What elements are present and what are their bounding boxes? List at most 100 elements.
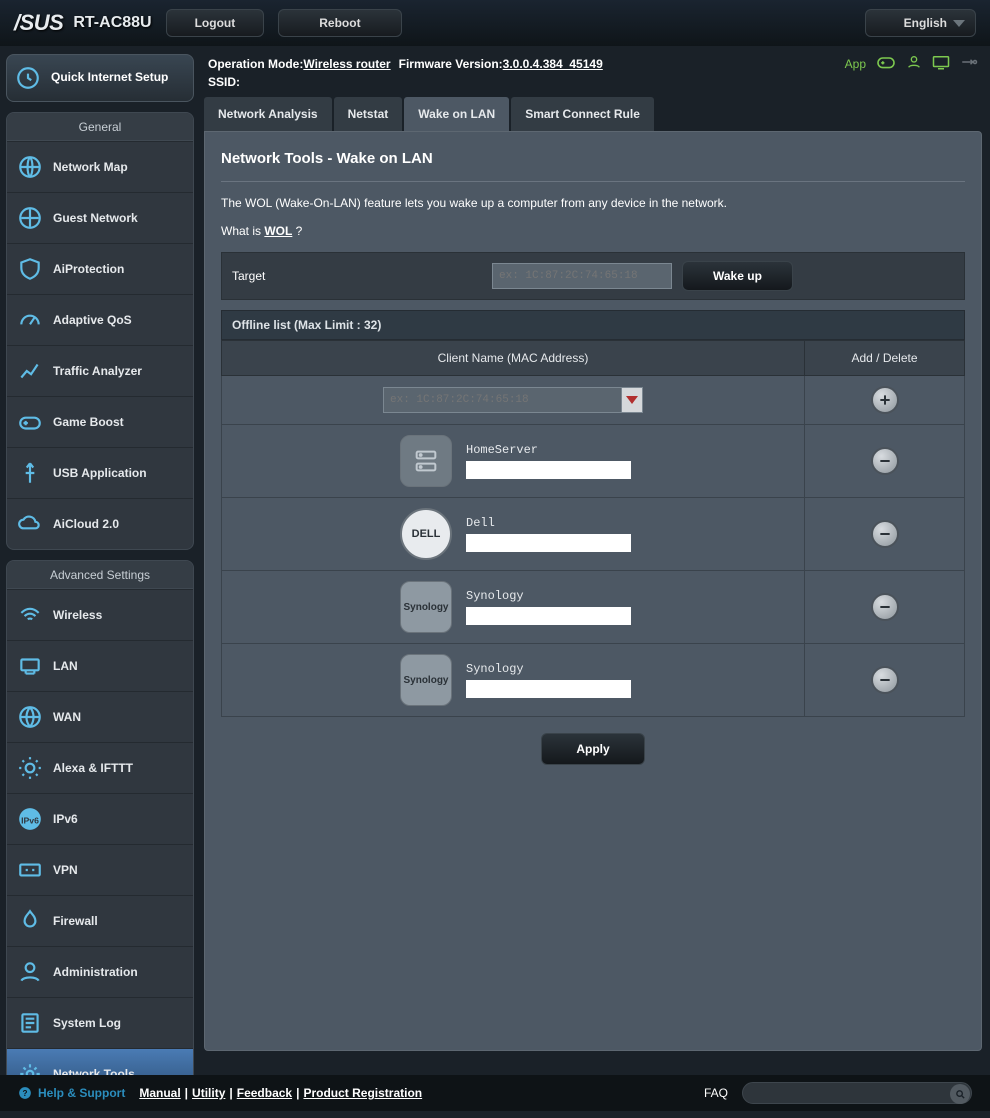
nav-label: Traffic Analyzer <box>53 364 142 378</box>
client-mac-redacted <box>466 607 631 625</box>
add-button[interactable] <box>871 386 899 414</box>
wan-icon <box>17 704 43 730</box>
main-content: Operation Mode: Wireless router Firmware… <box>200 46 990 1118</box>
screen-icon[interactable] <box>932 54 950 73</box>
client-mac-redacted <box>466 534 631 552</box>
log-icon <box>17 1010 43 1036</box>
cloud-icon <box>17 511 43 537</box>
manual-link[interactable]: Manual <box>139 1086 180 1100</box>
gamepad-icon[interactable] <box>876 54 896 73</box>
nav-label: Alexa & IFTTT <box>53 761 133 775</box>
sidebar-general: General Network Map Guest Network AiProt… <box>6 112 194 550</box>
sidebar-item-firewall[interactable]: Firewall <box>7 895 193 946</box>
nav-label: System Log <box>53 1016 121 1030</box>
client-mac-input[interactable] <box>383 387 643 413</box>
sidebar-item-vpn[interactable]: VPN <box>7 844 193 895</box>
opmode-link[interactable]: Wireless router <box>303 57 390 71</box>
apply-button[interactable]: Apply <box>541 733 644 765</box>
sidebar-item-wireless[interactable]: Wireless <box>7 589 193 640</box>
fw-link[interactable]: 3.0.0.4.384_45149 <box>503 57 603 71</box>
content-panel: Network Tools - Wake on LAN The WOL (Wak… <box>204 131 982 1051</box>
col-client-header: Client Name (MAC Address) <box>222 341 805 376</box>
gamepad-icon <box>17 409 43 435</box>
sidebar-item-system-log[interactable]: System Log <box>7 997 193 1048</box>
utility-link[interactable]: Utility <box>192 1086 225 1100</box>
sidebar-item-wan[interactable]: WAN <box>7 691 193 742</box>
model-label: RT-AC88U <box>73 14 151 32</box>
svg-text:?: ? <box>23 1089 28 1098</box>
delete-button[interactable] <box>871 520 899 548</box>
fw-label: Firmware Version: <box>399 57 503 71</box>
sidebar-item-traffic-analyzer[interactable]: Traffic Analyzer <box>7 345 193 396</box>
nav-label: Guest Network <box>53 211 138 225</box>
sidebar-item-aicloud[interactable]: AiCloud 2.0 <box>7 498 193 549</box>
delete-button[interactable] <box>871 593 899 621</box>
nav-label: LAN <box>53 659 78 673</box>
wifi-icon <box>17 602 43 628</box>
tab-network-analysis[interactable]: Network Analysis <box>204 97 332 131</box>
wol-link[interactable]: WOL <box>264 224 292 238</box>
nav-label: Firewall <box>53 914 98 928</box>
server-icon <box>400 435 452 487</box>
target-input[interactable] <box>492 263 672 289</box>
dell-icon: DELL <box>400 508 452 560</box>
language-select[interactable]: English <box>865 9 976 37</box>
sidebar-item-alexa-ifttt[interactable]: Alexa & IFTTT <box>7 742 193 793</box>
page-description: The WOL (Wake-On-LAN) feature lets you w… <box>221 196 965 210</box>
sidebar: Quick Internet Setup General Network Map… <box>0 46 200 1118</box>
table-row: HomeServer <box>222 425 965 498</box>
reboot-button[interactable]: Reboot <box>278 9 401 37</box>
sidebar-item-administration[interactable]: Administration <box>7 946 193 997</box>
sidebar-advanced-title: Advanced Settings <box>7 561 193 589</box>
sidebar-item-ipv6[interactable]: IPv6 IPv6 <box>7 793 193 844</box>
what-is-wol: What is WOL ? <box>221 224 965 238</box>
svg-text:IPv6: IPv6 <box>21 815 39 825</box>
usb-status-icon[interactable] <box>960 55 978 72</box>
usb-icon <box>17 460 43 486</box>
nav-label: Administration <box>53 965 138 979</box>
admin-icon <box>17 959 43 985</box>
table-row: Synology Synology <box>222 644 965 717</box>
quick-internet-setup[interactable]: Quick Internet Setup <box>6 54 194 102</box>
nav-label: WAN <box>53 710 81 724</box>
ipv6-icon: IPv6 <box>17 806 43 832</box>
client-dropdown-button[interactable] <box>621 387 643 413</box>
qis-label: Quick Internet Setup <box>51 70 168 86</box>
delete-button[interactable] <box>871 666 899 694</box>
sidebar-item-game-boost[interactable]: Game Boost <box>7 396 193 447</box>
search-icon[interactable] <box>950 1084 970 1104</box>
nav-label: AiCloud 2.0 <box>53 517 119 531</box>
sidebar-item-usb-application[interactable]: USB Application <box>7 447 193 498</box>
opmode-label: Operation Mode: <box>208 57 303 71</box>
delete-button[interactable] <box>871 447 899 475</box>
sidebar-item-guest-network[interactable]: Guest Network <box>7 192 193 243</box>
tabs: Network Analysis Netstat Wake on LAN Sma… <box>204 97 982 131</box>
network-icon <box>17 205 43 231</box>
tab-netstat[interactable]: Netstat <box>334 97 403 131</box>
sidebar-item-aiprotection[interactable]: AiProtection <box>7 243 193 294</box>
client-mac-redacted <box>466 680 631 698</box>
sidebar-item-lan[interactable]: LAN <box>7 640 193 691</box>
vpn-icon <box>17 857 43 883</box>
tab-smart-connect-rule[interactable]: Smart Connect Rule <box>511 97 654 131</box>
feedback-link[interactable]: Feedback <box>237 1086 292 1100</box>
tab-wake-on-lan[interactable]: Wake on LAN <box>404 97 509 131</box>
offline-list-header: Offline list (Max Limit : 32) <box>221 310 965 340</box>
faq-search[interactable] <box>742 1082 972 1104</box>
user-icon[interactable] <box>906 54 922 73</box>
sidebar-item-adaptive-qos[interactable]: Adaptive QoS <box>7 294 193 345</box>
wake-up-button[interactable]: Wake up <box>682 261 793 291</box>
offline-table: Client Name (MAC Address) Add / Delete <box>221 340 965 717</box>
shield-icon <box>17 256 43 282</box>
sidebar-general-title: General <box>7 113 193 141</box>
help-support-link[interactable]: ? Help & Support <box>18 1086 125 1100</box>
product-registration-link[interactable]: Product Registration <box>303 1086 422 1100</box>
app-link[interactable]: App <box>845 57 866 71</box>
page-title: Network Tools - Wake on LAN <box>221 150 965 182</box>
table-row: DELL Dell <box>222 498 965 571</box>
sidebar-item-network-map[interactable]: Network Map <box>7 141 193 192</box>
synology-icon: Synology <box>400 581 452 633</box>
nav-label: IPv6 <box>53 812 78 826</box>
logout-button[interactable]: Logout <box>166 9 265 37</box>
client-name: Dell <box>466 516 631 530</box>
